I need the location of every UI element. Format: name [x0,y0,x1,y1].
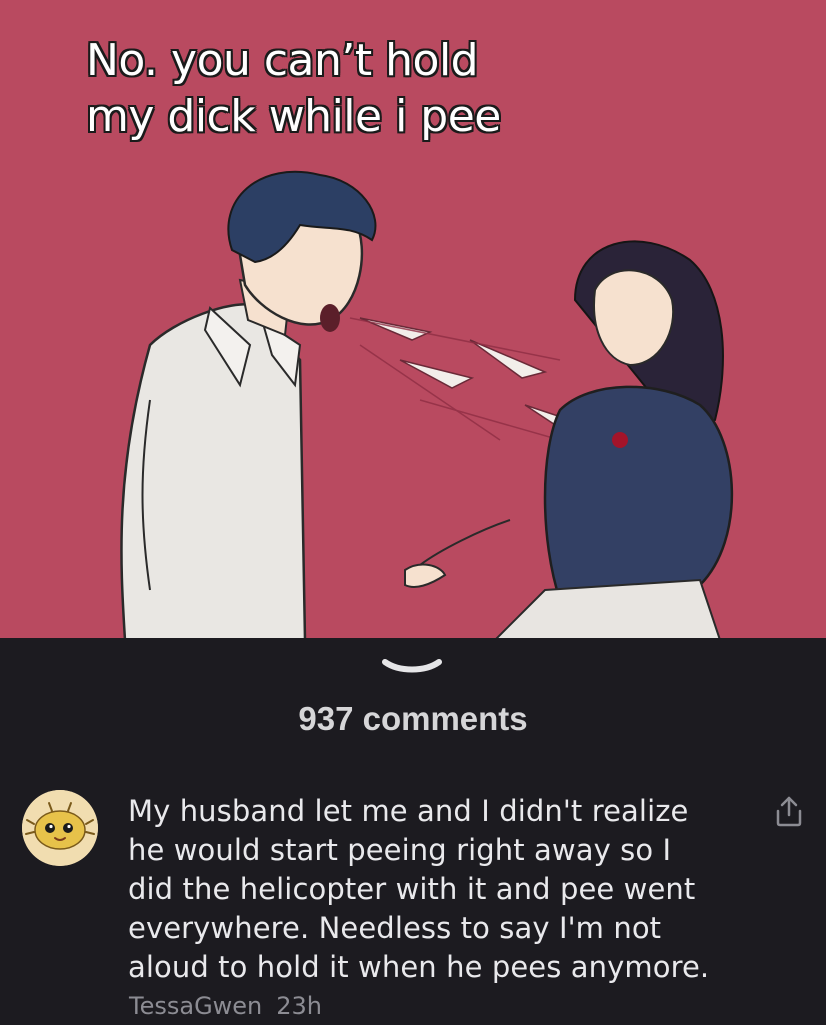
comment-meta: TessaGwen 23h [129,992,322,1020]
comment-text-line: aloud to hold it when he pees anymore. [128,950,710,984]
comments-count: 937 comments [298,700,528,737]
meme-caption-line: No. you can’t hold [86,35,479,86]
comment-item: My husband let me and I didn't realize h… [0,780,826,1025]
collapse-chevron-icon[interactable] [379,654,445,680]
comment-text: My husband let me and I didn't realize h… [128,792,748,987]
comment-text-line: everywhere. Needless to say I'm not [128,911,662,945]
comment-author[interactable]: TessaGwen [129,992,262,1020]
comment-text-line: My husband let me and I didn't realize [128,794,689,828]
post-image[interactable]: No. you can’t hold my dick while i pee [0,0,826,638]
meme-caption: No. you can’t hold my dick while i pee [86,33,606,145]
share-icon[interactable] [774,794,804,828]
meme-caption-line: my dick while i pee [86,91,501,142]
comment-text-line: he would start peeing right away so I [128,833,672,867]
comment-time: 23h [276,992,323,1020]
comment-text-line: did the helicopter with it and pee went [128,872,696,906]
avatar[interactable] [22,790,98,866]
pufferfish-avatar-icon [22,790,98,866]
